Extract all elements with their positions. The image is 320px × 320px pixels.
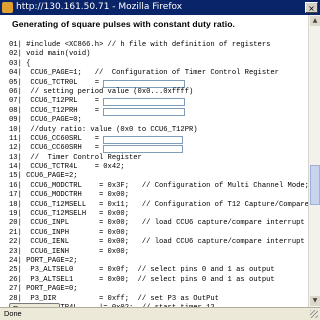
scroll-up-arrow-icon[interactable]: ▲ — [310, 16, 320, 26]
code-line-text: 24| PORT_PAGE=2; — [9, 256, 78, 265]
code-line-text: 11| CCU6_CC60SRL = — [9, 134, 99, 143]
code-line: 09| CCU6_PAGE=0; — [9, 116, 308, 125]
window-title: http://130.161.50.71 - Mozilla Firefox — [16, 2, 183, 12]
code-line-text: 04| CCU6_PAGE=1; // Configuration of Tim… — [9, 69, 279, 78]
code-line-text: 01| #include <XC866.h> // h file with de… — [9, 41, 271, 49]
code-line-text: 10| //duty ratio: value (0x0 to CCU6_T12… — [9, 125, 198, 134]
code-line-text: 28| P3_DIR = 0xff; // set P3 as OutPut — [9, 294, 219, 303]
code-line-text: 08| CCU6_T12PRH = — [9, 106, 99, 115]
code-line-text: 27| PORT_PAGE=0; — [9, 285, 78, 294]
vertical-scrollbar[interactable]: ▲ ▼ — [308, 15, 320, 307]
code-line: 07| CCU6_T12PRL = — [9, 97, 308, 107]
value-input-field[interactable] — [103, 107, 186, 116]
code-line-text: 15| CCU6_PAGE=2; — [9, 172, 78, 181]
code-line: 12| CCU6_CC60SRH = — [9, 144, 308, 154]
code-line-text: 05| CCU6_TCTR0L = — [9, 78, 99, 87]
code-line: 11| CCU6_CC60SRL = — [9, 135, 308, 144]
value-input-field[interactable] — [103, 98, 186, 107]
code-line-text: 12| CCU6_CC60SRH = — [9, 144, 99, 153]
value-input-field[interactable] — [103, 145, 184, 154]
code-line-text: 22| CCU6_IENL = 0x00; // load CCU6 captu… — [9, 238, 305, 247]
code-line: 16| CCU6_MODCTRL = 0x3F; // Configuratio… — [9, 182, 308, 191]
code-line-text: 14| CCU6_TCTR4L = 0x42; — [9, 163, 125, 172]
code-line: 01| #include <XC866.h> // h file with de… — [9, 41, 308, 50]
code-line-text: 02| void main(void) — [9, 50, 91, 59]
code-line: 24| PORT_PAGE=2; — [9, 257, 308, 266]
close-button[interactable]: × — [305, 2, 318, 13]
code-line-text: 18| CCU6_T12MSELL = 0x11; // Configurati… — [9, 200, 308, 209]
scroll-down-arrow-icon[interactable]: ▼ — [310, 296, 320, 306]
code-line: 06| // setting period value (0x0...0xfff… — [9, 88, 308, 97]
code-line-text: 23| CCU6_IENH = 0x00; — [9, 247, 129, 256]
status-text: Done — [4, 309, 22, 318]
code-line: 17| CCU6_MODCTRH = 0x00; — [9, 191, 308, 200]
scroll-thumb[interactable] — [310, 165, 320, 205]
code-line: 18| CCU6_T12MSELL = 0x11; // Configurati… — [9, 201, 308, 210]
code-line-text: 17| CCU6_MODCTRH = 0x00; — [9, 191, 129, 200]
code-line: 22| CCU6_IENL = 0x00; // load CCU6 captu… — [9, 238, 308, 247]
code-line: 19| CCU6_T12MSELH = 0x00; — [9, 210, 308, 219]
code-line: 10| //duty ratio: value (0x0 to CCU6_T12… — [9, 126, 308, 135]
code-line: 26| P3_ALTSEL1 = 0x00; // select pins 0 … — [9, 276, 308, 285]
code-line-text: 03| { — [9, 59, 31, 68]
code-line-text: 26| P3_ALTSEL1 = 0x00; // select pins 0 … — [9, 275, 275, 284]
code-line-text: 20| CCU6_INPL = 0x00; // load CCU6 captu… — [9, 219, 305, 228]
code-listing: 01| #include <XC866.h> // h file with de… — [9, 41, 308, 307]
code-line-text: 21| CCU6_INPH = 0x00; — [9, 228, 129, 237]
code-line-text: 06| // setting period value (0x0...0xfff… — [9, 87, 194, 96]
page-content: Generating of square pulses with constan… — [0, 15, 308, 307]
code-line-text: 13| // Timer Control Register — [9, 153, 142, 162]
code-line-text: 09| CCU6_PAGE=0; — [9, 116, 82, 125]
value-input-field[interactable] — [103, 79, 186, 88]
code-line: 03| { — [9, 60, 308, 69]
code-line: 25| P3_ALTSEL0 = 0x0f; // select pins 0 … — [9, 266, 308, 275]
code-line: 08| CCU6_T12PRH = — [9, 107, 308, 116]
page-heading: Generating of square pulses with constan… — [12, 19, 236, 29]
code-line: 20| CCU6_INPL = 0x00; // load CCU6 captu… — [9, 219, 308, 228]
status-bar: Done — [0, 307, 320, 320]
firefox-icon — [2, 2, 13, 13]
code-line: 02| void main(void) — [9, 50, 308, 59]
code-line-text: 25| P3_ALTSEL0 = 0x0f; // select pins 0 … — [9, 266, 275, 275]
code-line: 14| CCU6_TCTR4L = 0x42; — [9, 163, 308, 172]
code-line: 04| CCU6_PAGE=1; // Configuration of Tim… — [9, 69, 308, 78]
code-line-text: 16| CCU6_MODCTRL = 0x3F; // Configuratio… — [9, 181, 308, 190]
value-input-field[interactable] — [103, 135, 184, 144]
code-line-text: 19| CCU6_T12MSELH = 0x00; — [9, 210, 129, 219]
resize-grip-icon[interactable] — [310, 310, 318, 318]
code-line: 05| CCU6_TCTR0L = — [9, 79, 308, 88]
code-line: 23| CCU6_IENH = 0x00; — [9, 248, 308, 257]
code-line: 21| CCU6_INPH = 0x00; — [9, 229, 308, 238]
title-bar: http://130.161.50.71 - Mozilla Firefox × — [0, 0, 320, 15]
code-line: 13| // Timer Control Register — [9, 154, 308, 163]
code-line-text: 07| CCU6_T12PRL = — [9, 97, 99, 106]
code-line: 15| CCU6_PAGE=2; — [9, 172, 308, 181]
code-line: 27| PORT_PAGE=0; — [9, 285, 308, 294]
